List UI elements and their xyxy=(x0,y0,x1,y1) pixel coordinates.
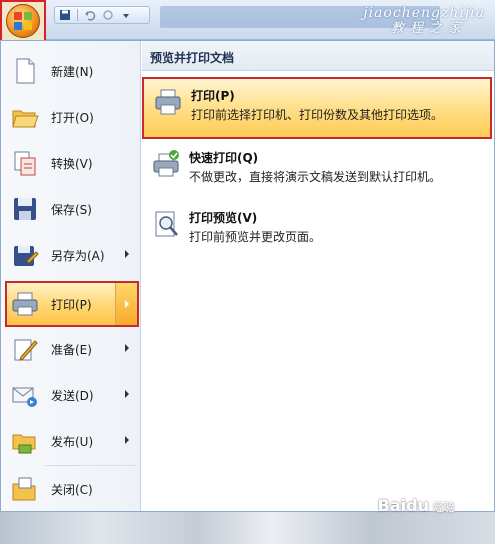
submenu-arrow-icon xyxy=(125,300,129,308)
menu-item-print[interactable]: 打印(P) xyxy=(5,281,139,327)
publish-icon xyxy=(12,434,36,454)
menu-item-save[interactable]: 保存(S) xyxy=(7,189,135,229)
convert-icon xyxy=(14,151,36,176)
submenu-item-print[interactable]: 打印(P) 打印前选择打印机、打印份数及其他打印选项。 xyxy=(142,77,492,139)
open-folder-icon xyxy=(12,110,39,128)
submenu-item-print-preview[interactable]: 打印预览(V) 打印前预览并更改页面。 xyxy=(142,201,492,257)
menu-item-send[interactable]: 发送(D) xyxy=(7,375,135,415)
customize-toolbar-icon[interactable] xyxy=(120,9,132,21)
office-logo-icon xyxy=(14,12,32,30)
menu-item-save-as[interactable]: 另存为(A) xyxy=(7,235,135,275)
blurred-background-strip xyxy=(0,512,495,544)
title-bar: jiaochengzhijia 教程之家 xyxy=(0,0,495,42)
menu-item-open[interactable]: 打开(O) xyxy=(7,97,135,137)
submenu-header: 预览并打印文档 xyxy=(142,41,494,71)
print-preview-icon xyxy=(155,211,178,237)
menu-item-prepare[interactable]: 准备(E) xyxy=(7,329,135,369)
save-as-icon xyxy=(14,246,39,266)
quick-print-icon xyxy=(153,150,179,177)
printer-icon xyxy=(155,89,181,115)
quick-access-toolbar xyxy=(54,6,150,24)
office-menu: 新建(N) 打开(O) 转换(V) 保存(S) 另存为(A) 打印(P) 准备(… xyxy=(0,40,495,512)
submenu-arrow-icon xyxy=(125,390,129,398)
menu-item-publish[interactable]: 发布(U) xyxy=(7,421,135,461)
undo-icon[interactable] xyxy=(84,9,96,21)
redo-icon[interactable] xyxy=(102,9,114,21)
submenu-arrow-icon xyxy=(125,436,129,444)
submenu-arrow-icon xyxy=(125,250,129,258)
print-submenu: 预览并打印文档 打印(P) 打印前选择打印机、打印份数及其他打印选项。 快速打印… xyxy=(142,41,494,511)
save-disk-icon xyxy=(14,198,36,220)
baidu-watermark: Baidu 经验 xyxy=(377,496,455,515)
menu-item-close[interactable]: 关闭(C) xyxy=(7,469,135,509)
new-document-icon xyxy=(16,58,35,84)
send-icon xyxy=(12,387,37,407)
toolbar-separator xyxy=(77,9,78,21)
submenu-arrow-icon xyxy=(125,344,129,352)
office-button-highlight[interactable] xyxy=(0,0,46,42)
office-button[interactable] xyxy=(6,4,40,38)
menu-divider xyxy=(45,465,135,466)
menu-item-convert[interactable]: 转换(V) xyxy=(7,143,135,183)
watermark: jiaochengzhijia 教程之家 xyxy=(363,5,485,37)
prepare-pen-icon xyxy=(14,339,38,361)
close-folder-icon xyxy=(12,477,36,501)
save-icon[interactable] xyxy=(59,9,71,21)
menu-item-new[interactable]: 新建(N) xyxy=(7,51,135,91)
menu-commands: 新建(N) 打开(O) 转换(V) 保存(S) 另存为(A) 打印(P) 准备(… xyxy=(1,41,141,511)
submenu-item-quick-print[interactable]: 快速打印(Q) 不做更改，直接将演示文稿发送到默认打印机。 xyxy=(142,141,492,197)
printer-icon xyxy=(12,292,38,316)
